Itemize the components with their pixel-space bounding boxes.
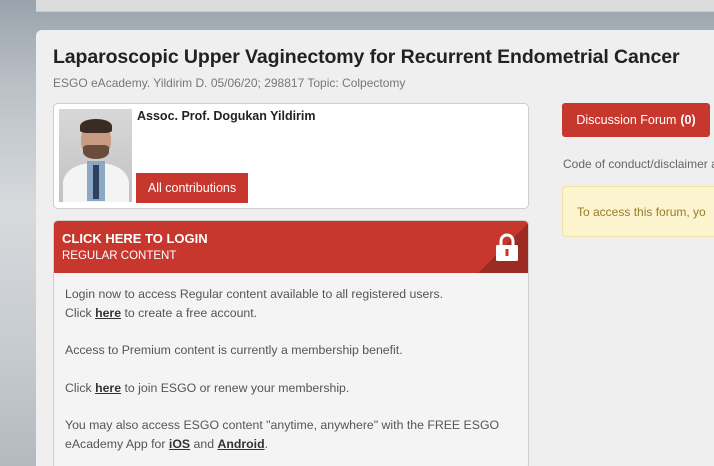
ios-link[interactable]: iOS	[169, 437, 190, 451]
login-paragraph-2: Access to Premium content is currently a…	[65, 343, 403, 357]
author-box: Assoc. Prof. Dogukan Yildirim All contri…	[53, 103, 529, 209]
discussion-forum-button[interactable]: Discussion Forum (0)	[562, 103, 710, 137]
author-avatar	[59, 109, 132, 202]
forum-button-label: Discussion Forum	[576, 113, 677, 127]
page-subtitle: ESGO eAcademy. Yildirim D. 05/06/20; 298…	[53, 76, 406, 90]
forum-notice-text: To access this forum, yo	[577, 205, 706, 219]
login-title: CLICK HERE TO LOGIN	[62, 231, 208, 246]
join-esgo-link[interactable]: here	[95, 381, 121, 395]
login-body: Login now to access Regular content avai…	[65, 285, 525, 466]
login-paragraph-3: Click here to join ESGO or renew your me…	[65, 380, 350, 395]
login-header-button[interactable]: CLICK HERE TO LOGIN REGULAR CONTENT	[54, 221, 528, 273]
login-panel: CLICK HERE TO LOGIN REGULAR CONTENT Logi…	[53, 220, 529, 466]
code-of-conduct-link[interactable]: Code of conduct/disclaimer a	[563, 157, 714, 171]
login-paragraph-1: Login now to access Regular content avai…	[65, 287, 444, 320]
forum-access-notice: To access this forum, yo	[562, 186, 714, 237]
create-account-link[interactable]: here	[95, 306, 121, 320]
login-subtitle: REGULAR CONTENT	[62, 250, 177, 262]
all-contributions-button[interactable]: All contributions	[136, 173, 248, 203]
login-paragraph-4: You may also access ESGO content "anytim…	[65, 418, 500, 451]
forum-count: (0)	[680, 113, 696, 127]
page-title: Laparoscopic Upper Vaginectomy for Recur…	[53, 46, 680, 68]
android-link[interactable]: Android	[217, 437, 264, 451]
author-name: Assoc. Prof. Dogukan Yildirim	[137, 109, 316, 123]
lock-icon	[496, 233, 518, 261]
top-strip	[36, 0, 714, 12]
